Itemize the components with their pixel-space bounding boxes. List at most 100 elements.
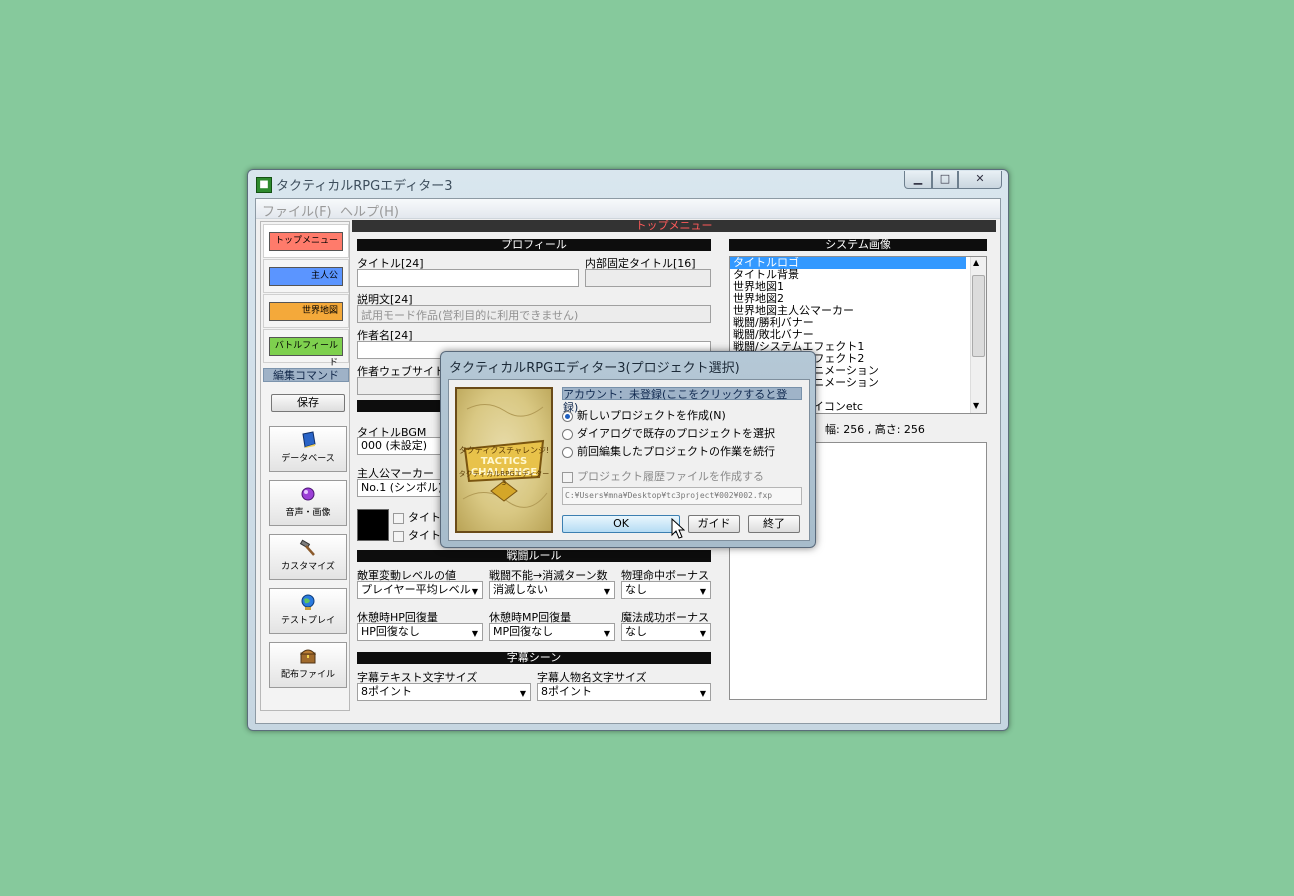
category-hero[interactable]: 主人公 [263, 259, 349, 293]
banner-line-1: タクティクスチャレンジ! [458, 446, 550, 455]
history-checkbox-label: プロジェクト履歴ファイルを作成する [577, 470, 764, 483]
chevron-down-icon: ▼ [603, 629, 610, 638]
option-continue-last-label: 前回編集したプロジェクトの作業を続行 [577, 445, 775, 458]
scroll-down-icon[interactable]: ▼ [973, 401, 979, 410]
database-button[interactable]: データベース [269, 426, 347, 472]
ko-turns-value: 消滅しない [493, 583, 548, 596]
rest-hp-value: HP回復なし [361, 625, 420, 638]
test-play-label: テストプレイ [280, 616, 335, 626]
distribution-file-button[interactable]: 配布ファイル [269, 642, 347, 688]
color-swatch[interactable] [357, 509, 389, 541]
subtitle-name-size-value: 8ポイント [541, 685, 592, 698]
checkbox [393, 512, 404, 524]
option-new-project[interactable]: 新しいプロジェクトを作成(N) [562, 409, 726, 423]
audio-image-button[interactable]: 音声・画像 [269, 480, 347, 526]
distribution-file-label: 配布ファイル [280, 670, 335, 680]
minimize-button[interactable]: ▁ [904, 171, 932, 189]
edit-commands-header: 編集コマンド [263, 368, 349, 382]
system-images-header: システム画像 [729, 239, 987, 251]
guide-button[interactable]: ガイド [688, 515, 740, 533]
menu-bar: ファイル(F) ヘルプ(H) [256, 199, 1000, 220]
radio [562, 428, 573, 440]
customize-button[interactable]: カスタマイズ [269, 534, 347, 580]
subtitle-name-size-select[interactable]: 8ポイント ▼ [537, 683, 711, 701]
chest-icon [299, 649, 317, 664]
scrollbar[interactable]: ▲ ▼ [970, 257, 986, 413]
exit-button[interactable]: 終了 [748, 515, 800, 533]
phys-hit-select[interactable]: なし ▼ [621, 581, 711, 599]
app-icon: ■ [256, 177, 272, 193]
profile-header: プロフィール [357, 239, 711, 251]
history-checkbox[interactable]: プロジェクト履歴ファイルを作成する [562, 470, 764, 484]
hammer-icon [299, 539, 315, 556]
category-top-menu[interactable]: トップメニュー [263, 224, 349, 258]
magic-value: なし [625, 625, 647, 638]
scroll-thumb[interactable] [972, 275, 985, 357]
menu-help[interactable]: ヘルプ(H) [340, 201, 399, 220]
magic-select[interactable]: なし ▼ [621, 623, 711, 641]
hero-marker-value: No.1 (シンボル) [361, 481, 443, 494]
customize-label: カスタマイズ [281, 562, 335, 572]
battle-rules-header: 戦闘ルール [357, 550, 711, 562]
account-register-link[interactable]: アカウント：未登録(ここをクリックすると登録) [562, 387, 802, 414]
chevron-down-icon: ▼ [699, 587, 706, 596]
globe-icon [301, 594, 315, 610]
enemy-level-select[interactable]: プレイヤー平均レベル ▼ [357, 581, 483, 599]
rest-hp-select[interactable]: HP回復なし ▼ [357, 623, 483, 641]
close-button[interactable]: ✕ [958, 171, 1002, 189]
rest-mp-select[interactable]: MP回復なし ▼ [489, 623, 615, 641]
top-menu-header: トップメニュー [352, 220, 996, 232]
checkbox [393, 530, 404, 542]
category-label: 世界地図 [269, 302, 343, 321]
radio [562, 410, 573, 422]
scroll-up-icon[interactable]: ▲ [973, 258, 979, 267]
project-select-dialog: タクティカルRPGエディター3(プロジェクト選択) タクティクスチャレンジ! T… [440, 351, 816, 548]
description-input[interactable]: 試用モード作品(営利目的に利用できません) [357, 305, 711, 323]
enemy-level-value: プレイヤー平均レベル [361, 583, 471, 596]
checkbox [562, 471, 573, 483]
category-world-map[interactable]: 世界地図 [263, 294, 349, 328]
project-path-field[interactable]: C:¥Users¥mna¥Desktop¥tc3project¥002¥002.… [562, 487, 802, 505]
option-continue-last[interactable]: 前回編集したプロジェクトの作業を続行 [562, 445, 775, 459]
category-battlefield[interactable]: バトルフィールド [263, 329, 349, 368]
sidebar: トップメニュー 主人公 世界地図 バトルフィールド 編集コマンド 保存 データベ… [260, 221, 350, 711]
database-label: データベース [281, 454, 335, 464]
category-label: 主人公 [269, 267, 343, 286]
category-label: トップメニュー [269, 232, 343, 251]
chevron-down-icon: ▼ [471, 629, 478, 638]
rest-mp-value: MP回復なし [493, 625, 554, 638]
save-button[interactable]: 保存 [271, 394, 345, 412]
subtitle-text-size-select[interactable]: 8ポイント ▼ [357, 683, 531, 701]
chevron-down-icon: ▼ [603, 587, 610, 596]
title-input[interactable] [357, 269, 579, 287]
option-new-project-label: 新しいプロジェクトを作成(N) [577, 409, 726, 422]
image-size-text: 幅: 256 , 高さ: 256 [825, 423, 925, 436]
chevron-down-icon: ▼ [699, 629, 706, 638]
mouse-cursor-icon [671, 518, 685, 539]
ok-button[interactable]: OK [562, 515, 680, 533]
orb-icon [301, 487, 315, 501]
tactics-challenge-banner: タクティクスチャレンジ! TACTICS CHALLENGE タクティカルRPG… [455, 387, 553, 533]
window-title: タクティカルRPGエディター3 [276, 179, 453, 194]
menu-file[interactable]: ファイル(F) [262, 201, 332, 220]
banner-line-3: タクティカルRPGエディター3 [458, 470, 550, 487]
radio [562, 446, 573, 458]
option-open-existing[interactable]: ダイアログで既存のプロジェクトを選択 [562, 427, 775, 441]
phys-hit-value: なし [625, 583, 647, 596]
internal-title-input[interactable] [585, 269, 711, 287]
subtitle-scene-header: 字幕シーン [357, 652, 711, 664]
dialog-client: タクティクスチャレンジ! TACTICS CHALLENGE タクティカルRPG… [448, 379, 810, 541]
dialog-title: タクティカルRPGエディター3(プロジェクト選択) [449, 361, 740, 376]
chevron-down-icon: ▼ [471, 587, 478, 596]
title-bgm-value: 000 (未設定) [361, 439, 428, 452]
maximize-button[interactable]: □ [932, 171, 958, 189]
subtitle-text-size-value: 8ポイント [361, 685, 412, 698]
chevron-down-icon: ▼ [519, 689, 526, 698]
book-icon [302, 431, 316, 448]
test-play-button[interactable]: テストプレイ [269, 588, 347, 634]
option-open-existing-label: ダイアログで既存のプロジェクトを選択 [577, 427, 775, 440]
chevron-down-icon: ▼ [699, 689, 706, 698]
ko-turns-select[interactable]: 消滅しない ▼ [489, 581, 615, 599]
category-label: バトルフィールド [269, 337, 343, 368]
audio-image-label: 音声・画像 [285, 508, 331, 518]
